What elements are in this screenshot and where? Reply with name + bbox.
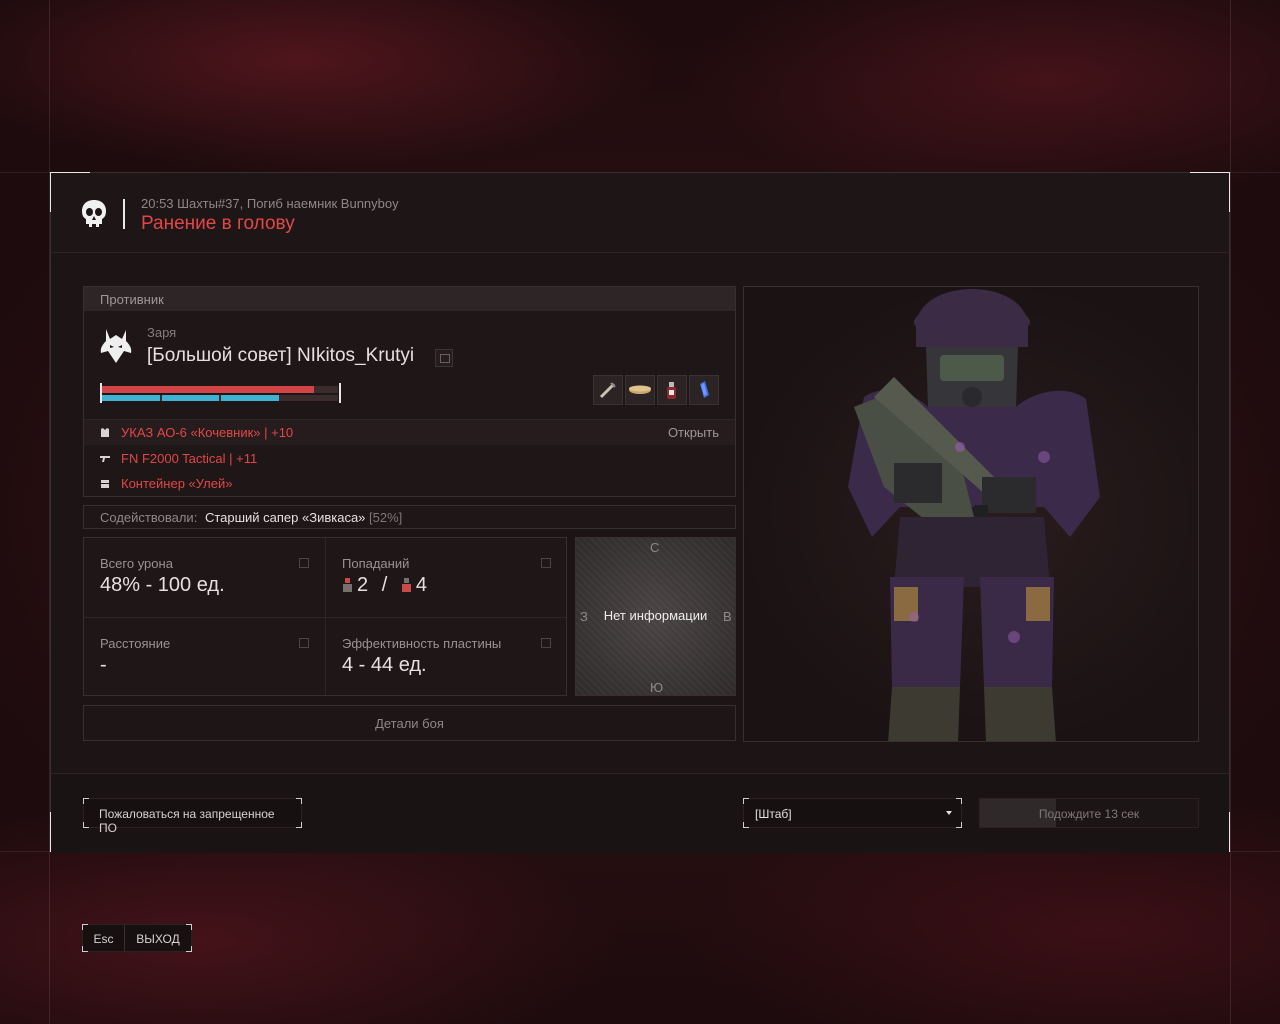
container-icon: [101, 480, 109, 488]
compass-south: Ю: [650, 680, 664, 695]
stat-hits: Попаданий 2 / 4: [326, 538, 567, 617]
container-label: Контейнер «Улей»: [121, 476, 233, 491]
bracket: [1193, 822, 1198, 827]
bracket: [296, 822, 302, 828]
stat-value: 2 / 4: [342, 574, 551, 597]
skull-icon: [82, 200, 106, 227]
soldier-figure-image: [848, 289, 1100, 741]
bracket: [83, 798, 89, 804]
exit-button[interactable]: Esc ВЫХОД: [82, 924, 192, 952]
plate-icon[interactable]: [625, 375, 655, 405]
hits-separator: /: [381, 574, 388, 596]
header-separator: [123, 199, 125, 229]
stat-title: Попаданий: [342, 556, 410, 571]
opponent-card: Противник Заря [Большой совет] NIkitos_K…: [83, 286, 736, 497]
armor-label: УКАЗ АО-6 «Кочевник» | +10: [121, 425, 294, 440]
stat-distance: Расстояние -: [84, 618, 325, 697]
bracket: [186, 946, 192, 952]
dialog-footer: Пожаловаться на запрещенное ПО [Штаб] По…: [51, 773, 1229, 853]
death-cause-title: Ранение в голову: [141, 213, 295, 234]
report-label: Пожаловаться на запрещенное ПО: [99, 807, 275, 835]
hits-total-value: 4: [415, 574, 427, 596]
stat-value: 4 - 44 ед.: [342, 654, 427, 676]
hits-head-value: 2: [357, 574, 369, 596]
bracket: [82, 924, 88, 930]
bracket: [743, 822, 749, 828]
battle-details-button[interactable]: Детали боя: [83, 705, 736, 741]
wolf-faction-icon: [100, 329, 132, 363]
armor-segment: [102, 395, 160, 401]
assist-row: Содействовали: Старший сапер «Зивкаса» […: [83, 505, 736, 529]
report-cheat-button[interactable]: Пожаловаться на запрещенное ПО: [83, 798, 302, 835]
bracket: [956, 798, 962, 804]
bracket: [1193, 799, 1198, 804]
stat-title: Расстояние: [100, 636, 171, 651]
armor-icon: [101, 428, 109, 437]
stat-total-damage: Всего урона 48% - 100 ед.: [84, 538, 325, 617]
opponent-clan: Заря: [147, 325, 177, 340]
stat-value: -: [100, 654, 107, 676]
chevron-down-icon: [946, 811, 952, 815]
location-dropdown[interactable]: [Штаб]: [743, 798, 962, 828]
map-no-info: Нет информации: [603, 608, 708, 623]
bracket: [980, 799, 985, 804]
esc-key-hint: Esc: [83, 925, 125, 951]
event-subtitle: 20:53 Шахты#37, Погиб наемник Bunnyboy: [141, 196, 399, 211]
head-hit-icon: [342, 575, 353, 592]
bracket: [296, 798, 302, 804]
bracket: [743, 798, 749, 804]
assist-percent: [52%]: [369, 510, 403, 525]
bracket: [82, 946, 88, 952]
minimap: С Ю З В Нет информации: [575, 537, 736, 696]
consumables-row: [593, 375, 719, 405]
bracket: [186, 924, 192, 930]
dialog-header: 20:53 Шахты#37, Погиб наемник Bunnyboy Р…: [51, 173, 1229, 253]
copy-icon[interactable]: [435, 349, 453, 367]
bar-bracket: [339, 383, 341, 403]
wait-label: Подождите 13 сек: [1038, 807, 1140, 821]
canister-icon[interactable]: [689, 375, 719, 405]
stat-plate-efficiency: Эффективность пластины 4 - 44 ед.: [326, 618, 567, 697]
equipment-armor-row[interactable]: УКАЗ АО-6 «Кочевник» | +10 Открыть: [84, 420, 735, 445]
stat-value: 48% - 100 ед.: [100, 574, 225, 596]
location-selected: [Штаб]: [755, 807, 792, 821]
bracket: [980, 822, 985, 827]
health-armor-bars: [100, 383, 341, 405]
exit-label: ВЫХОД: [136, 932, 180, 946]
info-icon[interactable]: [299, 638, 309, 648]
stat-title: Всего урона: [100, 556, 173, 571]
weapon-icon: [100, 456, 110, 462]
death-report-dialog: 20:53 Шахты#37, Погиб наемник Bunnyboy Р…: [50, 172, 1230, 853]
info-icon[interactable]: [541, 638, 551, 648]
weapon-label: FN F2000 Tactical | +11: [121, 451, 258, 466]
opponent-name: [Большой совет] NIkitos_Krutyi: [147, 345, 415, 366]
equipment-container-row[interactable]: Контейнер «Улей»: [84, 471, 735, 496]
respawn-wait-button[interactable]: Подождите 13 сек: [979, 798, 1199, 828]
frame-line-right: [1230, 0, 1231, 1024]
bracket: [956, 822, 962, 828]
info-icon[interactable]: [541, 558, 551, 568]
syringe-icon[interactable]: [593, 375, 623, 405]
combat-stats: Всего урона 48% - 100 ед. Попаданий 2 / …: [83, 537, 567, 696]
armor-segment: [221, 395, 279, 401]
open-link[interactable]: Открыть: [668, 425, 719, 440]
health-bar-fill: [102, 386, 314, 393]
assist-label: Содействовали:: [100, 510, 198, 525]
stat-title: Эффективность пластины: [342, 636, 502, 651]
armor-segment: [161, 395, 219, 401]
equipment-weapon-row[interactable]: FN F2000 Tactical | +11: [84, 446, 735, 471]
info-icon[interactable]: [299, 558, 309, 568]
assist-name: Старший сапер «Зивкаса»: [204, 510, 366, 525]
flask-icon[interactable]: [657, 375, 687, 405]
opponent-section-label: Противник: [84, 287, 735, 311]
body-hit-icon: [401, 575, 412, 592]
bracket: [83, 822, 89, 828]
opponent-character-render: [743, 286, 1199, 742]
compass-north: С: [650, 540, 660, 555]
